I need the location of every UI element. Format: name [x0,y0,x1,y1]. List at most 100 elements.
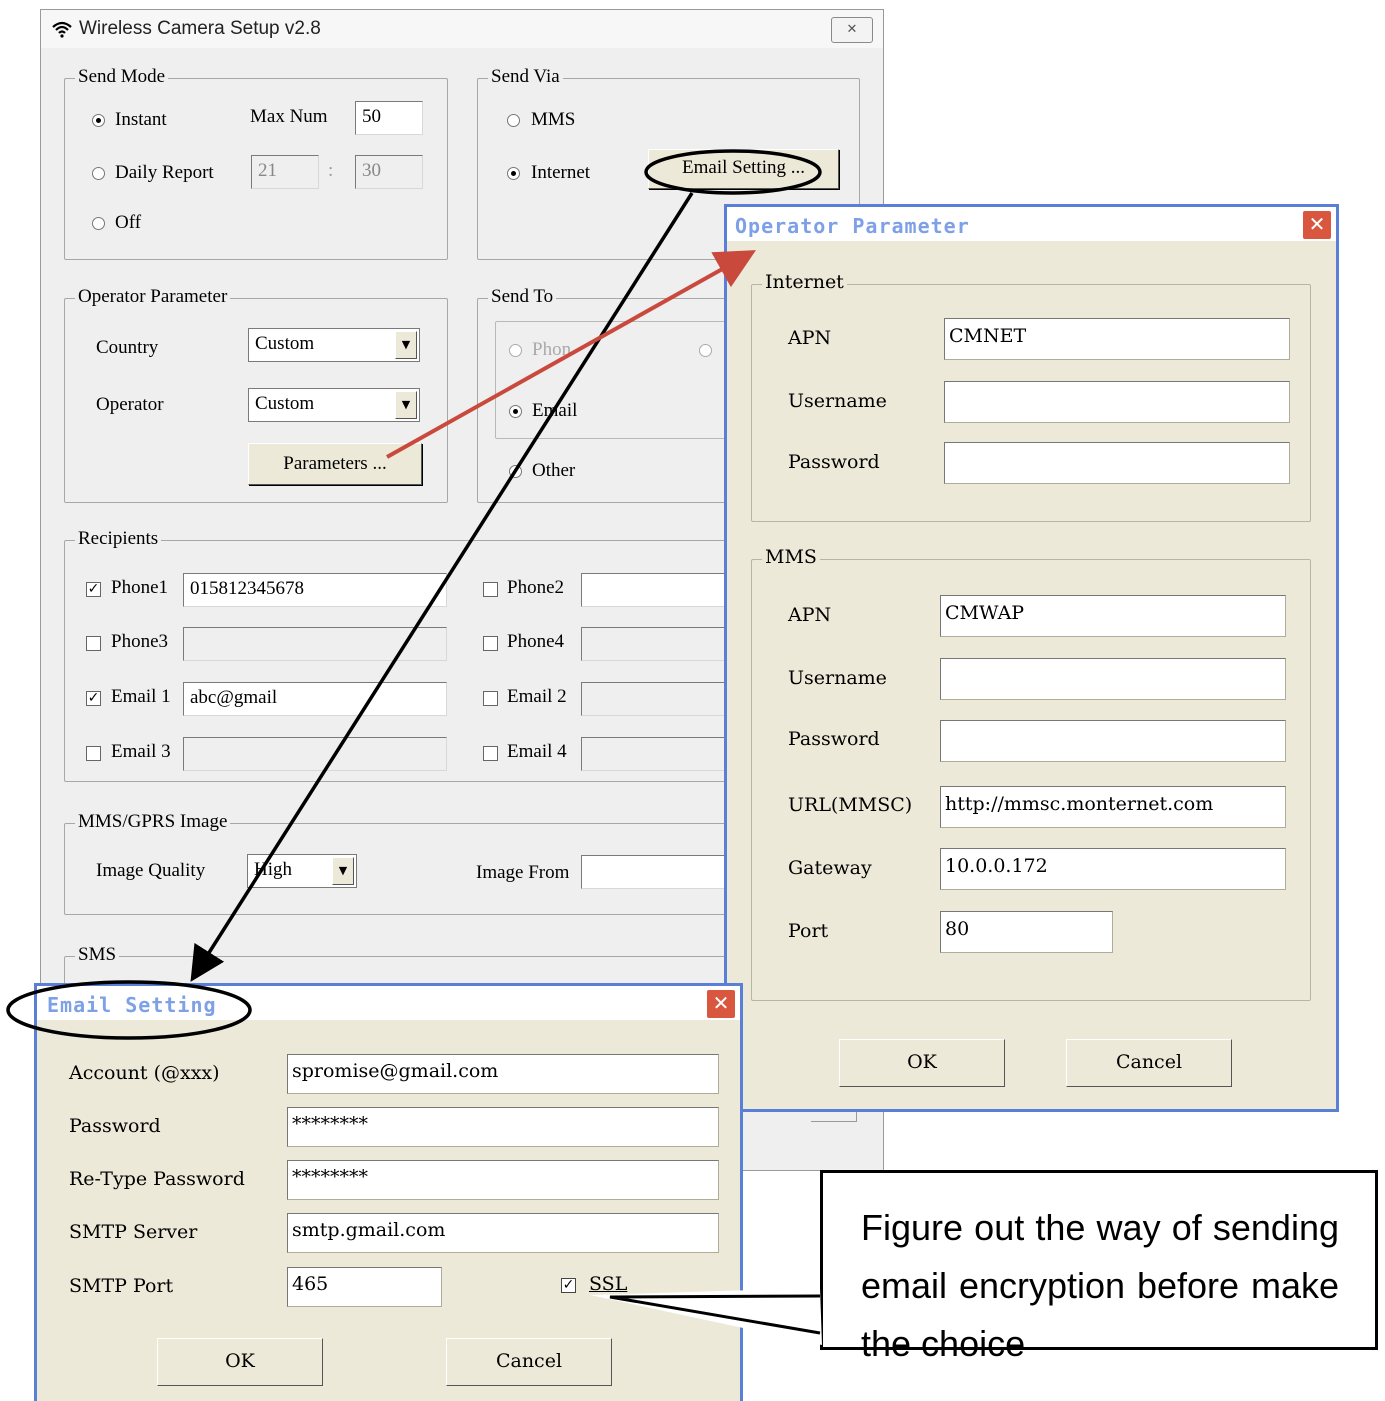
internet-password-label: Password [788,451,880,473]
ssl-label: SSL [589,1273,628,1295]
wifi-icon [52,21,72,38]
mms-label: MMS [531,109,576,130]
phone-radio[interactable] [509,344,522,357]
email-setting-dialog: Email Setting ✕ Account (@xxx) spromise@… [34,983,743,1401]
email-radio[interactable] [509,405,522,418]
email3-label: Email 3 [111,741,171,762]
internet-label: Internet [531,162,591,183]
email2-label: Email 2 [507,686,567,707]
other-radio[interactable] [509,465,522,478]
phone-label: Phon [532,339,572,360]
chevron-down-icon[interactable]: ▼ [395,391,417,419]
instant-radio[interactable] [92,114,105,127]
parameters-button[interactable]: Parameters ... [248,443,422,485]
retype-password-input[interactable]: ******** [287,1160,719,1200]
ssl-checkbox[interactable]: ✓ [561,1278,576,1293]
main-title-bar: Wireless Camera Setup v2.8 ✕ [41,10,883,48]
mms-gprs-image-legend: MMS/GPRS Image [75,811,231,833]
operator-parameter-legend: Operator Parameter [75,286,231,308]
email-ok-button[interactable]: OK [157,1338,323,1386]
internet-password-input[interactable] [944,442,1290,484]
operator-ok-button[interactable]: OK [839,1039,1005,1087]
email1-checkbox[interactable]: ✓ [86,691,101,706]
mms-apn-label: APN [788,604,832,626]
country-select[interactable]: Custom ▼ [248,328,420,362]
internet-apn-input[interactable]: CMNET [944,318,1290,360]
email-cancel-button[interactable]: Cancel [446,1338,612,1386]
mms-radio[interactable] [507,114,520,127]
off-label: Off [115,212,142,233]
image-quality-label: Image Quality [96,860,206,881]
account-input[interactable]: spromise@gmail.com [287,1054,719,1094]
phone4-checkbox[interactable] [483,636,498,651]
other-label: Other [532,460,576,481]
phone3-checkbox[interactable] [86,636,101,651]
mms-gateway-input[interactable]: 10.0.0.172 [940,848,1286,890]
password-input[interactable]: ******** [287,1107,719,1147]
main-close-button[interactable]: ✕ [831,17,873,43]
phone1-checkbox[interactable]: ✓ [86,582,101,597]
sms-legend: SMS [75,944,120,966]
phone1-input[interactable]: 015812345678 [183,573,447,607]
send-mode-group: Send Mode Instant Max Num 50 Daily Repor… [64,66,448,260]
operator-select[interactable]: Custom ▼ [248,388,420,422]
country-label: Country [96,337,159,358]
email2-checkbox[interactable] [483,691,498,706]
recipients-group: Recipients ✓ Phone1 015812345678 Phone2 … [64,528,766,782]
email3-input[interactable] [183,737,447,771]
send-to-legend: Send To [488,286,557,308]
send-to-radio-2[interactable] [699,344,712,357]
close-icon[interactable]: ✕ [1302,210,1332,240]
phone2-label: Phone2 [507,577,564,598]
max-num-input[interactable]: 50 [355,101,423,135]
mms-gprs-image-group: MMS/GPRS Image Image Quality High ▼ Imag… [64,811,766,915]
operator-label: Operator [96,394,164,415]
mms-url-input[interactable]: http://mmsc.monternet.com [940,786,1286,828]
retype-password-label: Re-Type Password [69,1168,245,1190]
smtp-port-input[interactable]: 465 [287,1267,442,1307]
mms-username-label: Username [788,667,887,689]
phone3-label: Phone3 [111,631,168,652]
email4-checkbox[interactable] [483,746,498,761]
smtp-server-input[interactable]: smtp.gmail.com [287,1213,719,1253]
recipients-legend: Recipients [75,528,162,550]
email-label: Email [532,400,578,421]
operator-parameter-group: Operator Parameter Country Custom ▼ Oper… [64,286,448,503]
account-label: Account (@xxx) [69,1062,220,1084]
internet-legend: Internet [762,271,847,293]
send-via-legend: Send Via [488,66,563,88]
email1-input[interactable]: abc@gmail [183,682,447,716]
mms-apn-input[interactable]: CMWAP [940,595,1286,637]
operator-dialog-title-bar: Operator Parameter ✕ [727,207,1336,241]
daily-minute-input[interactable]: 30 [355,155,423,189]
internet-username-input[interactable] [944,381,1290,423]
smtp-port-label: SMTP Port [69,1275,174,1297]
daily-report-radio[interactable] [92,167,105,180]
email3-checkbox[interactable] [86,746,101,761]
country-select-value: Custom [255,333,315,354]
time-separator: : [328,160,334,181]
mms-password-input[interactable] [940,720,1286,762]
operator-dialog-title: Operator Parameter [735,214,970,238]
image-quality-select[interactable]: High ▼ [247,854,357,888]
operator-cancel-button[interactable]: Cancel [1066,1039,1232,1087]
off-radio[interactable] [92,217,105,230]
phone1-label: Phone1 [111,577,168,598]
internet-radio[interactable] [507,167,520,180]
close-icon[interactable]: ✕ [706,989,736,1019]
operator-parameter-dialog: Operator Parameter ✕ Internet APN CMNET … [724,204,1339,1112]
daily-hour-input[interactable]: 21 [251,155,319,189]
phone4-label: Phone4 [507,631,564,652]
mms-url-label: URL(MMSC) [788,794,913,816]
smtp-server-label: SMTP Server [69,1221,198,1243]
mms-port-input[interactable]: 80 [940,911,1113,953]
email4-label: Email 4 [507,741,567,762]
chevron-down-icon[interactable]: ▼ [332,857,354,885]
image-from-label: Image From [476,862,570,883]
mms-username-input[interactable] [940,658,1286,700]
phone3-input[interactable] [183,627,447,661]
chevron-down-icon[interactable]: ▼ [395,331,417,359]
phone2-checkbox[interactable] [483,582,498,597]
email-setting-button[interactable]: Email Setting ... [648,149,839,189]
mms-gateway-label: Gateway [788,857,872,879]
